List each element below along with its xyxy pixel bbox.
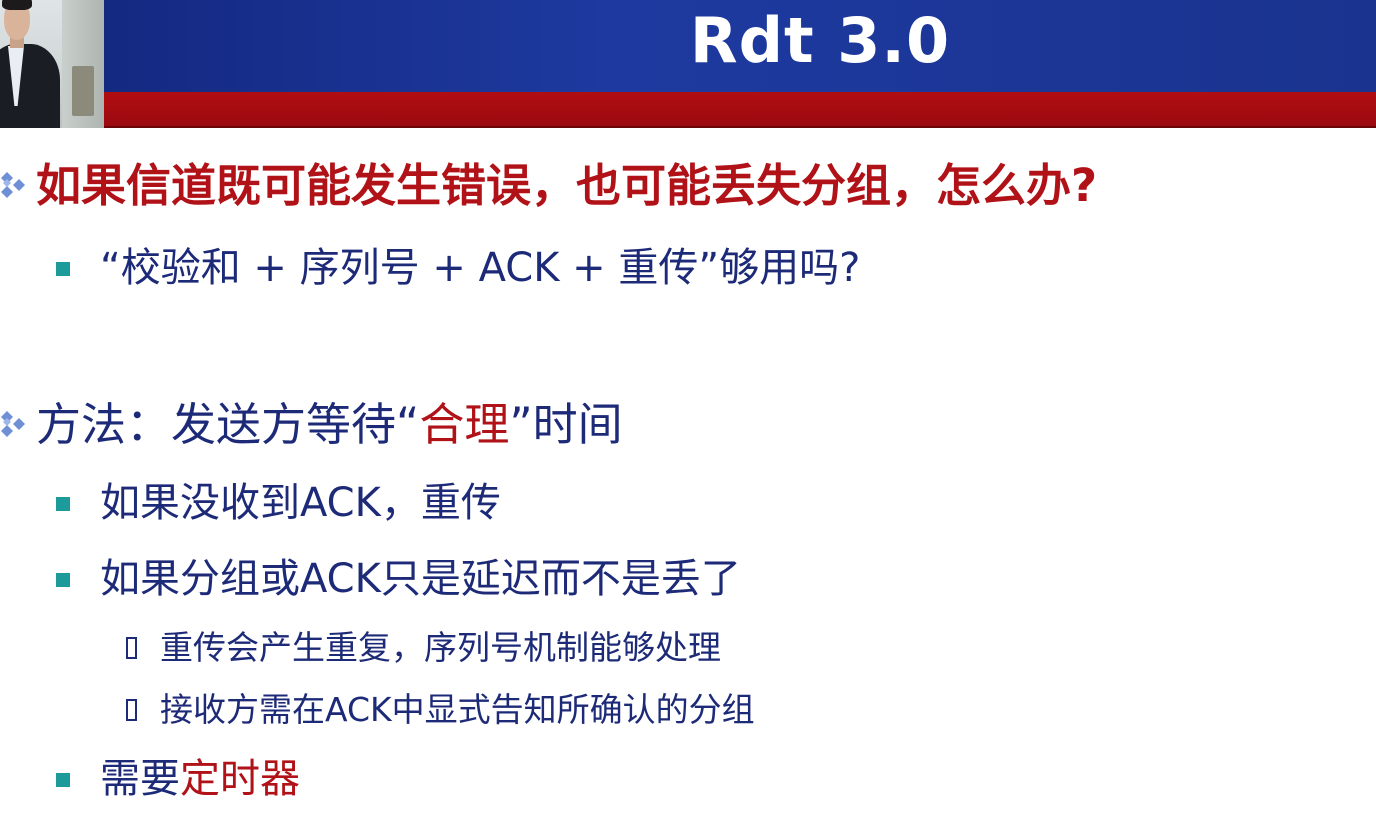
square-bullet-icon [56, 773, 70, 787]
bullet-method-2: 如果分组或ACK只是延迟而不是丢了 [100, 556, 741, 602]
square-bullet-icon [56, 497, 70, 511]
bullet-question-sub: “校验和 + 序列号 + ACK + 重传”够用吗? [100, 245, 861, 291]
box-bullet-icon [126, 699, 137, 721]
timer-highlight: 定时器 [180, 756, 300, 802]
diamond-cluster-icon [1, 411, 25, 437]
slide-title: Rdt 3.0 [689, 4, 951, 77]
square-bullet-icon [56, 262, 70, 276]
diamond-cluster-icon [1, 172, 25, 198]
presenter-video [0, 0, 104, 128]
timer-prefix: 需要 [100, 756, 180, 802]
method-prefix: 方法：发送方等待“ [36, 398, 420, 451]
method-highlight: 合理 [419, 398, 510, 451]
box-bullet-icon [126, 637, 137, 659]
bullet-method: 方法：发送方等待“合理”时间 [36, 397, 623, 453]
square-bullet-icon [56, 573, 70, 587]
slide-header: Rdt 3.0 [0, 0, 1376, 128]
bullet-method-3: 需要定时器 [100, 754, 300, 804]
bullet-method-2a: 重传会产生重复，序列号机制能够处理 [160, 628, 721, 667]
bullet-method-2b: 接收方需在ACK中显式告知所确认的分组 [160, 690, 755, 729]
bullet-question: 如果信道既可能发生错误，也可能丢失分组，怎么办? [36, 159, 1098, 212]
header-divider [0, 126, 1376, 128]
bullet-method-1: 如果没收到ACK，重传 [100, 480, 501, 526]
method-suffix: ”时间 [509, 398, 623, 451]
header-red-band [0, 92, 1376, 126]
